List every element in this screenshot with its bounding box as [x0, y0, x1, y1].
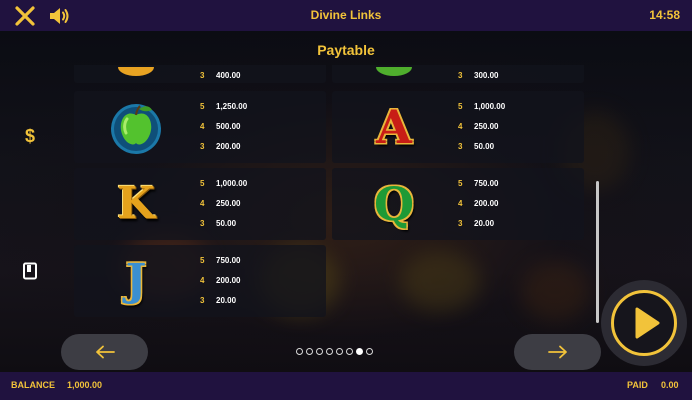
- panel-title: Paytable: [317, 42, 375, 58]
- payout-row: 3 300.00: [458, 71, 499, 80]
- payout-row: 3 50.00: [458, 142, 495, 151]
- rules-tab[interactable]: [22, 262, 38, 280]
- clock: 14:58: [649, 8, 680, 22]
- payout-row: 3 200.00: [200, 142, 241, 151]
- paid-label: PAID: [627, 380, 648, 390]
- symbol-apple: [104, 95, 168, 159]
- page-dot[interactable]: [356, 348, 363, 355]
- arrow-left-icon: [95, 345, 115, 359]
- close-button[interactable]: [14, 5, 36, 27]
- page-dot[interactable]: [296, 348, 303, 355]
- coin-symbol-icon: [118, 67, 154, 76]
- paid-value: 0.00: [661, 380, 679, 390]
- paytable-cell-a: A 5 1,000.00 4 250.00 3 50.00: [332, 91, 584, 163]
- letter-q-symbol: Q: [373, 177, 415, 231]
- symbol-q: Q: [362, 172, 426, 236]
- next-page-button[interactable]: [514, 334, 601, 370]
- play-icon: [635, 307, 660, 339]
- paytable-screen: Paytable $ 3 400.00 3 300.00 5 1,250.00 …: [0, 31, 692, 372]
- payout-row: 5 750.00: [200, 256, 241, 265]
- balance-label: BALANCE: [11, 380, 55, 390]
- dollar-icon: $: [25, 126, 35, 146]
- page-dot[interactable]: [316, 348, 323, 355]
- payout-row: 3 50.00: [200, 219, 237, 228]
- page-dot[interactable]: [326, 348, 333, 355]
- paytable-cell-k: K 5 1,000.00 4 250.00 3 50.00: [74, 168, 326, 240]
- payout-row: 3 20.00: [458, 219, 495, 228]
- bottom-bar: BALANCE 1,000.00 PAID 0.00: [0, 372, 692, 400]
- book-icon: [23, 262, 37, 280]
- page-dot[interactable]: [306, 348, 313, 355]
- payout-row: 5 1,000.00: [200, 179, 248, 188]
- page-indicator: [296, 348, 373, 355]
- page-dot[interactable]: [346, 348, 353, 355]
- speaker-icon: [50, 8, 69, 24]
- payout-row: 4 200.00: [458, 199, 499, 208]
- letter-a-symbol: A: [376, 100, 412, 154]
- scrollbar[interactable]: [596, 181, 599, 323]
- svg-text:$: $: [25, 126, 35, 146]
- payout-row: 4 250.00: [458, 122, 499, 131]
- letter-k-symbol: K: [116, 178, 156, 229]
- symbol-k: K: [104, 172, 168, 236]
- page-dot[interactable]: [336, 348, 343, 355]
- payout-row: 5 750.00: [458, 179, 499, 188]
- symbol-a: A: [362, 95, 426, 159]
- paytable-cell: 3 400.00: [74, 65, 326, 83]
- paytable-cell-q: Q 5 750.00 4 200.00 3 20.00: [332, 168, 584, 240]
- arrow-right-icon: [547, 345, 567, 359]
- top-bar: Divine Links 14:58: [0, 0, 692, 31]
- paytable-grid: 3 400.00 3 300.00 5 1,250.00 4 500.00 3 …: [74, 65, 586, 355]
- balance-value: 1,000.00: [67, 380, 103, 390]
- letter-j-symbol: J: [125, 255, 147, 306]
- page-dot[interactable]: [366, 348, 373, 355]
- symbol-j: J: [104, 249, 168, 313]
- paytable-cell-j: J 5 750.00 4 200.00 3 20.00: [74, 245, 326, 317]
- close-icon: [15, 6, 35, 26]
- gem-symbol-icon: [376, 67, 412, 76]
- paytable-tab[interactable]: $: [22, 126, 38, 146]
- sound-toggle-button[interactable]: [48, 5, 72, 27]
- payout-row: 4 200.00: [200, 276, 241, 285]
- payout-row: 3 20.00: [200, 296, 237, 305]
- payout-row: 5 1,000.00: [458, 102, 506, 111]
- payout-row: 5 1,250.00: [200, 102, 248, 111]
- play-button[interactable]: [601, 280, 687, 366]
- paytable-cell: 3 300.00: [332, 65, 584, 83]
- paytable-cell-apple: 5 1,250.00 4 500.00 3 200.00: [74, 91, 326, 163]
- payout-row: 4 500.00: [200, 122, 241, 131]
- payout-row: 4 250.00: [200, 199, 241, 208]
- apple-icon: [111, 104, 161, 154]
- payout-row: 3 400.00: [200, 71, 241, 80]
- game-title: Divine Links: [310, 8, 382, 22]
- prev-page-button[interactable]: [61, 334, 148, 370]
